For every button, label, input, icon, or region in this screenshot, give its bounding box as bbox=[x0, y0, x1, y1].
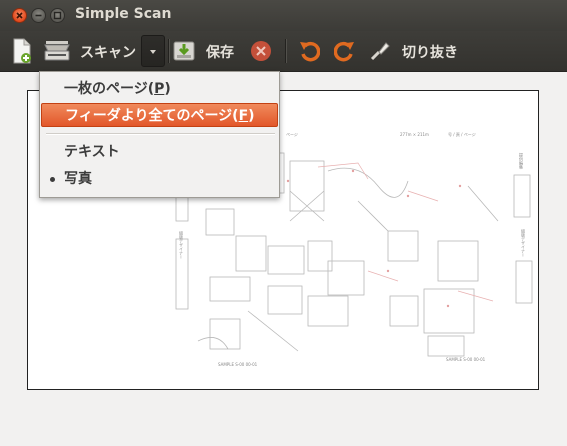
doc-size-label: 277m × 211m bbox=[400, 132, 429, 137]
rotate-right-icon bbox=[334, 41, 354, 62]
menu-item-accel: P bbox=[154, 81, 165, 97]
menu-item-photo-mode[interactable]: 写真 bbox=[41, 167, 278, 191]
save-button[interactable]: 保存 bbox=[206, 42, 234, 62]
toolbar-separator bbox=[168, 39, 170, 63]
menu-item-text-mode[interactable]: テキスト bbox=[41, 140, 278, 164]
window-minimize-button[interactable] bbox=[31, 8, 46, 23]
save-glyph bbox=[173, 41, 195, 61]
menu-item-single-page[interactable]: 一枚のページ(P) bbox=[41, 77, 278, 101]
radio-selected-indicator bbox=[50, 177, 55, 182]
rotate-right-button[interactable] bbox=[332, 31, 358, 71]
doc-left-label: 組版デザイナー bbox=[179, 231, 184, 259]
doc-page-header: ページ bbox=[286, 132, 298, 137]
scanner-glyph bbox=[44, 41, 70, 61]
new-document-button[interactable] bbox=[8, 31, 36, 71]
doc-side-label-2: 組版デザイナー bbox=[521, 229, 526, 257]
stop-button[interactable] bbox=[248, 31, 274, 71]
menu-item-accel: F bbox=[238, 108, 249, 124]
stop-icon bbox=[251, 41, 271, 61]
window-maximize-button[interactable] bbox=[50, 8, 65, 23]
rotate-left-icon bbox=[300, 41, 320, 62]
crop-button[interactable]: 切り抜き bbox=[402, 42, 458, 62]
window-title: Simple Scan bbox=[75, 6, 172, 22]
menu-item-all-pages-from-feeder[interactable]: フィーダより全てのページ(F) bbox=[41, 103, 278, 127]
scan-dropdown-menu: 一枚のページ(P) フィーダより全てのページ(F) テキスト 写真 bbox=[39, 71, 280, 198]
menu-item-label: 写真 bbox=[64, 171, 92, 187]
chevron-down-icon bbox=[150, 50, 156, 54]
scanner-icon[interactable] bbox=[42, 31, 72, 71]
menu-item-label: テキスト bbox=[64, 144, 120, 160]
menu-separator bbox=[46, 133, 275, 135]
doc-footer-1: SAMPLE S-00 00-01 bbox=[218, 362, 258, 367]
menu-item-label: 一枚のページ( bbox=[64, 81, 155, 97]
doc-side-label-1: 提供編集 bbox=[519, 153, 524, 169]
save-icon[interactable] bbox=[171, 31, 197, 71]
crop-glyph bbox=[370, 42, 390, 61]
maximize-icon bbox=[53, 11, 62, 20]
doc-footer-2: SAMPLE S-00 00-01 bbox=[446, 357, 486, 362]
new-document-icon bbox=[13, 38, 31, 64]
toolbar-separator bbox=[285, 39, 287, 63]
menu-item-suffix: ) bbox=[164, 81, 171, 97]
window-close-button[interactable] bbox=[12, 8, 27, 23]
menu-item-label: フィーダより全てのページ( bbox=[65, 108, 239, 124]
title-bar: Simple Scan bbox=[0, 0, 567, 31]
scan-dropdown-button[interactable] bbox=[141, 35, 165, 67]
rotate-left-button[interactable] bbox=[296, 31, 322, 71]
scan-button[interactable]: スキャン bbox=[80, 42, 136, 62]
toolbar: スキャン 保存 切り抜き bbox=[0, 31, 567, 72]
crop-icon[interactable] bbox=[368, 31, 392, 71]
close-icon bbox=[16, 12, 23, 19]
menu-item-suffix: ) bbox=[248, 108, 255, 124]
minimize-icon bbox=[35, 14, 42, 17]
doc-page-number: 号 / 頁 / ページ bbox=[448, 132, 476, 137]
